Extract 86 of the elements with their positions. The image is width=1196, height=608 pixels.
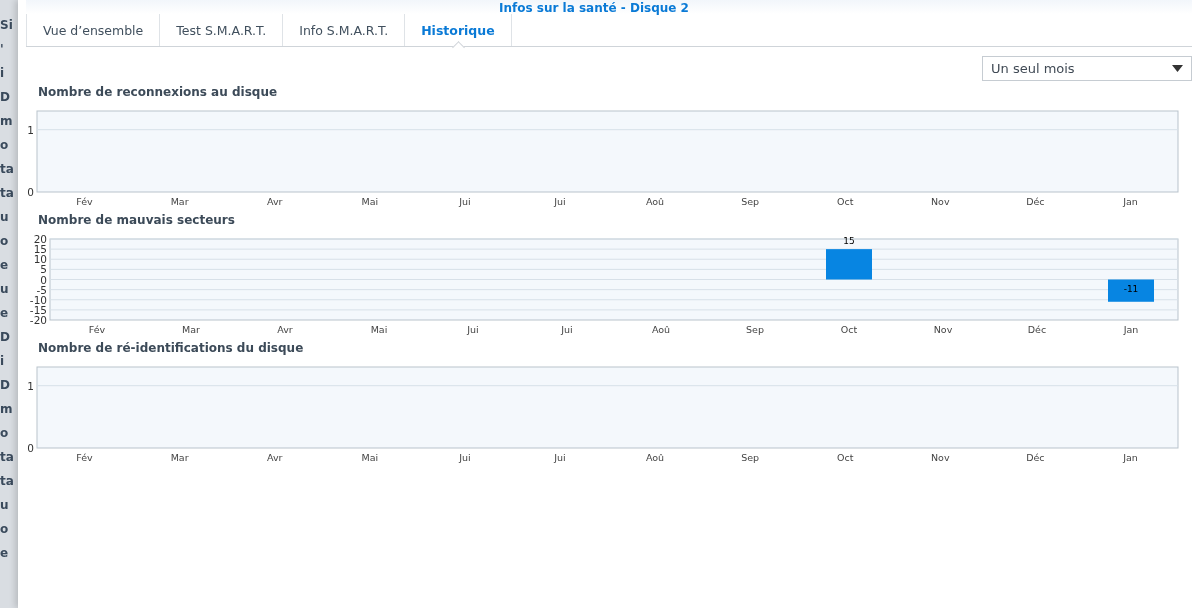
x-tick-label: Fév: [88, 324, 106, 335]
x-tick-label: Aoû: [651, 324, 671, 335]
y-tick-label: 1: [27, 123, 34, 136]
y-tick-label: 5: [40, 263, 47, 276]
value-label: 15: [843, 236, 855, 247]
x-tick-label: Déc: [1027, 324, 1047, 335]
caret-icon: [1172, 65, 1183, 72]
x-tick-label: Oct: [840, 324, 858, 335]
x-tick-label: Mar: [170, 196, 189, 207]
x-tick-label: Sep: [746, 324, 764, 335]
background-text: e: [0, 545, 10, 562]
tab[interactable]: Test S.M.A.R.T.: [159, 14, 283, 46]
x-tick-label: Aoû: [645, 196, 665, 207]
x-tick-label: Mar: [170, 452, 189, 463]
background-text: ta: [0, 449, 15, 466]
tab[interactable]: Vue d’ensemble: [26, 14, 160, 46]
background-text: u: [0, 281, 10, 298]
background-text: ta: [0, 161, 15, 178]
background-text: D: [0, 377, 11, 394]
chart-title: Nombre de reconnexions au disque: [38, 85, 279, 100]
x-tick-label: Oct: [837, 452, 854, 463]
background-text: u: [0, 497, 10, 514]
background-text: o: [0, 233, 10, 250]
y-tick-label: 15: [33, 243, 47, 256]
x-tick-label: Mai: [361, 196, 379, 207]
x-tick-label: Fév: [76, 196, 93, 207]
background-text: ': [0, 41, 5, 58]
y-tick-label: -10: [29, 293, 47, 306]
x-tick-label: Déc: [1026, 196, 1045, 207]
x-tick-label: Mai: [370, 324, 388, 335]
x-tick-label: Jui: [459, 452, 471, 463]
y-tick-label: 0: [27, 186, 34, 198]
x-tick-label: Jui: [561, 324, 573, 335]
x-tick-label: Avr: [277, 324, 293, 335]
tab[interactable]: Info S.M.A.R.T.: [282, 14, 405, 46]
background-text: o: [0, 521, 10, 538]
x-tick-label: Nov: [931, 196, 950, 207]
x-tick-label: Fév: [76, 452, 93, 463]
x-tick-label: Jan: [1123, 324, 1139, 335]
x-tick-label: Jui: [554, 452, 566, 463]
y-tick-label: 0: [40, 273, 47, 286]
x-tick-label: Jui: [467, 324, 479, 335]
background-text: o: [0, 137, 10, 154]
background-text: D: [0, 329, 11, 346]
y-tick-label: 10: [33, 253, 47, 266]
background-text: m: [0, 113, 14, 130]
background-text: m: [0, 401, 14, 418]
background-text: ta: [0, 185, 15, 202]
x-tick-label: Jui: [459, 196, 471, 207]
y-tick-label: 20: [33, 233, 47, 245]
value-label: -11: [1123, 283, 1139, 294]
x-tick-label: Mar: [182, 324, 200, 335]
y-tick-label: -20: [29, 314, 47, 326]
tab[interactable]: Historique: [404, 14, 512, 46]
background-text: i: [0, 65, 6, 82]
bar: [826, 249, 872, 280]
background-text: e: [0, 305, 10, 322]
chart-title: Nombre de mauvais secteurs: [38, 213, 236, 228]
x-tick-label: Avr: [266, 452, 283, 463]
x-tick-label: Sep: [741, 452, 760, 463]
y-tick-label: 0: [27, 442, 34, 454]
x-tick-label: Jan: [1123, 452, 1138, 463]
y-tick-label: -15: [29, 303, 47, 316]
x-tick-label: Déc: [1026, 452, 1045, 463]
y-tick-label: -5: [36, 283, 47, 296]
x-tick-label: Oct: [837, 196, 854, 207]
background-text: o: [0, 425, 10, 442]
background-text: ta: [0, 473, 15, 490]
x-tick-label: Jui: [554, 196, 566, 207]
background-text: i: [0, 353, 6, 370]
bar: [1108, 279, 1154, 302]
x-tick-label: Aoû: [645, 452, 665, 463]
x-tick-label: Nov: [931, 452, 950, 463]
background-text: e: [0, 257, 10, 274]
x-tick-label: Nov: [933, 324, 953, 335]
x-tick-label: Avr: [266, 196, 283, 207]
x-tick-label: Mai: [361, 452, 379, 463]
window-title: Infos sur la santé - Disque 2: [499, 2, 689, 14]
x-tick-label: Sep: [741, 196, 760, 207]
background-text: u: [0, 209, 10, 226]
period-dropdown[interactable]: Un seul mois: [982, 56, 1192, 81]
background-text: Si: [0, 17, 14, 34]
chart-title: Nombre de ré-identifications du disque: [38, 341, 305, 356]
y-tick-label: 1: [27, 379, 34, 392]
background-text: D: [0, 89, 11, 106]
x-tick-label: Jan: [1123, 196, 1138, 207]
